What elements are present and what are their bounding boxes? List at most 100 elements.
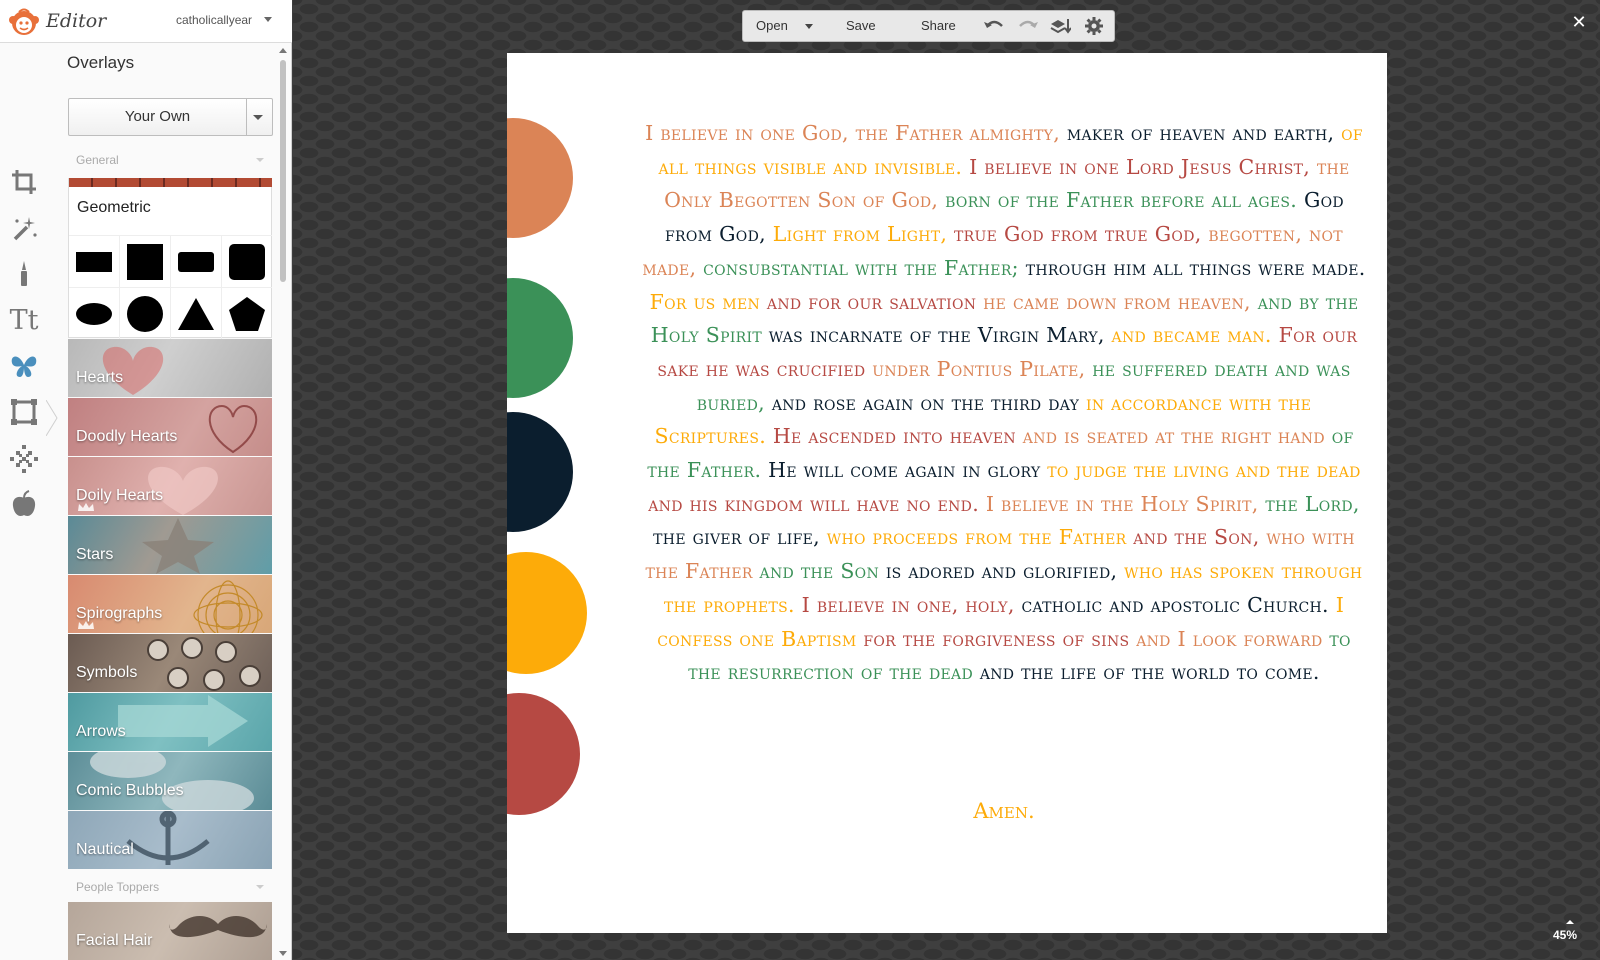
butterfly-icon [11, 356, 37, 377]
scroll-up-arrow-icon[interactable] [279, 48, 287, 53]
shape-triangle[interactable] [171, 288, 222, 340]
color-circle-green [507, 278, 573, 398]
overlay-pack-doily-hearts[interactable]: Doily Hearts [68, 457, 272, 515]
overlay-pack-arrows[interactable]: Arrows [68, 693, 272, 751]
color-circle-red [507, 693, 580, 815]
creed-segment: catholic and apostolic Church. [1014, 592, 1329, 617]
redo-icon[interactable] [1017, 16, 1039, 36]
shape-square[interactable] [120, 236, 171, 288]
spirograph-icon [193, 580, 263, 633]
open-button[interactable]: Open [756, 11, 788, 41]
tile-label: Nautical [76, 841, 134, 858]
shape-rounded-square[interactable] [222, 236, 272, 288]
undo-icon[interactable] [983, 16, 1005, 36]
themes-tool[interactable] [6, 486, 42, 522]
creed-segment: who proceeds from the Father [819, 525, 1127, 550]
typewriter-keys-icon [147, 637, 261, 691]
chevron-down-icon[interactable] [264, 17, 272, 22]
group-header-people-toppers[interactable]: People Toppers [68, 873, 272, 901]
texture-icon [10, 445, 38, 473]
overlay-pack-hearts[interactable]: Hearts [68, 339, 272, 397]
tile-label: Symbols [76, 664, 138, 681]
text-icon: Tt [9, 304, 39, 336]
color-circle-gold [507, 552, 587, 674]
crop-icon [12, 170, 36, 194]
effects-tool[interactable] [6, 210, 42, 246]
layers-icon[interactable] [1049, 16, 1071, 36]
creed-segment: and for our salvation [760, 289, 977, 314]
creed-segment: to judge the living and the dead [1040, 458, 1361, 483]
overlay-category-select[interactable]: Your Own [68, 98, 273, 136]
crop-tool[interactable] [6, 164, 42, 200]
tile-label: Stars [76, 546, 114, 563]
scroll-thumb[interactable] [280, 60, 286, 282]
overlay-pack-spirographs[interactable]: Spirographs [68, 575, 272, 633]
close-icon[interactable]: ✕ [1569, 12, 1589, 32]
creed-segment: and the Son, [1126, 525, 1260, 550]
shape-pentagon[interactable] [222, 288, 272, 340]
panel-scrollbar[interactable] [278, 44, 288, 960]
shape-ellipse[interactable] [69, 288, 120, 340]
shape-wide-rectangle[interactable] [69, 236, 120, 288]
creed-segment: he came down from heaven, [976, 289, 1251, 314]
account-menu[interactable]: catholicallyear [176, 13, 252, 27]
overlay-pack-symbols[interactable]: Symbols [68, 634, 272, 692]
panel-title: Overlays [67, 53, 135, 72]
gear-icon[interactable] [1083, 16, 1105, 36]
chevron-down-icon[interactable] [805, 24, 813, 29]
creed-segment: and the Son [752, 559, 879, 584]
creed-segment: and became man. [1104, 323, 1272, 348]
chevron-up-icon[interactable] [1566, 920, 1574, 924]
frames-tool[interactable] [6, 394, 42, 430]
design-canvas[interactable]: I believe in one God, the Father almight… [507, 53, 1387, 933]
tile-label: Hearts [76, 369, 124, 386]
creed-segment: through him all things were made. [1018, 255, 1366, 280]
save-button[interactable]: Save [846, 11, 876, 41]
overlays-tool[interactable] [6, 348, 42, 384]
heart-icon [208, 404, 258, 454]
creed-segment: I believe in one Lord Jesus Christ, [962, 154, 1311, 179]
geometric-title: Geometric [77, 199, 151, 216]
creed-segment: and is seated at the right hand [1015, 424, 1325, 449]
category-select-value[interactable]: Your Own [69, 99, 247, 135]
creed-segment: and I look forward [1129, 626, 1323, 651]
creed-segment: For us men [649, 289, 761, 314]
creed-segment: maker of heaven and earth, [1060, 121, 1335, 145]
creed-segment: true God from true God, [947, 222, 1202, 247]
share-button[interactable]: Share [921, 11, 956, 41]
zoom-level[interactable]: 45% [1553, 928, 1577, 942]
creed-segment: and the life of the world to come. [973, 660, 1320, 685]
tile-label: Doily Hearts [76, 487, 164, 504]
overlay-pack-comic-bubbles[interactable]: Comic Bubbles [68, 752, 272, 810]
text-tool[interactable]: Tt [6, 302, 42, 338]
creed-text[interactable]: I believe in one God, the Father almight… [639, 117, 1369, 690]
shape-rounded-rectangle[interactable] [171, 236, 222, 288]
touch-up-tool[interactable] [6, 256, 42, 292]
left-panel: Editor catholicallyear Tt Overlays Your … [0, 0, 292, 960]
active-tool-pointer [46, 400, 58, 436]
creed-segment: for the forgiveness of sins [856, 626, 1130, 651]
overlay-pack-nautical[interactable]: Nautical [68, 811, 272, 869]
monkey-logo-icon[interactable] [8, 6, 40, 38]
overlay-list: General Geometric Hearts Doodly Hearts D… [68, 146, 272, 960]
geometric-pack[interactable]: Geometric [68, 178, 272, 340]
anchor-icon [126, 811, 210, 865]
tile-label: Arrows [76, 723, 126, 740]
top-bar: Editor catholicallyear [0, 0, 292, 43]
app-title: Editor [46, 10, 107, 32]
creed-amen[interactable]: Amen. [639, 795, 1369, 828]
shape-circle[interactable] [120, 288, 171, 340]
star-icon [142, 518, 214, 574]
overlay-pack-facial-hair[interactable]: Facial Hair [68, 902, 272, 960]
overlay-pack-doodly-hearts[interactable]: Doodly Hearts [68, 398, 272, 456]
chevron-down-icon[interactable] [253, 115, 263, 120]
scroll-down-arrow-icon[interactable] [279, 951, 287, 956]
pack-banner [69, 178, 272, 187]
frame-icon [11, 399, 37, 425]
overlay-pack-stars[interactable]: Stars [68, 516, 272, 574]
group-header-general[interactable]: General [68, 146, 272, 174]
creed-segment: He will come again in glory [761, 458, 1041, 483]
textures-tool[interactable] [6, 440, 42, 476]
magic-wand-icon [13, 217, 37, 241]
arrow-icon [118, 695, 248, 747]
